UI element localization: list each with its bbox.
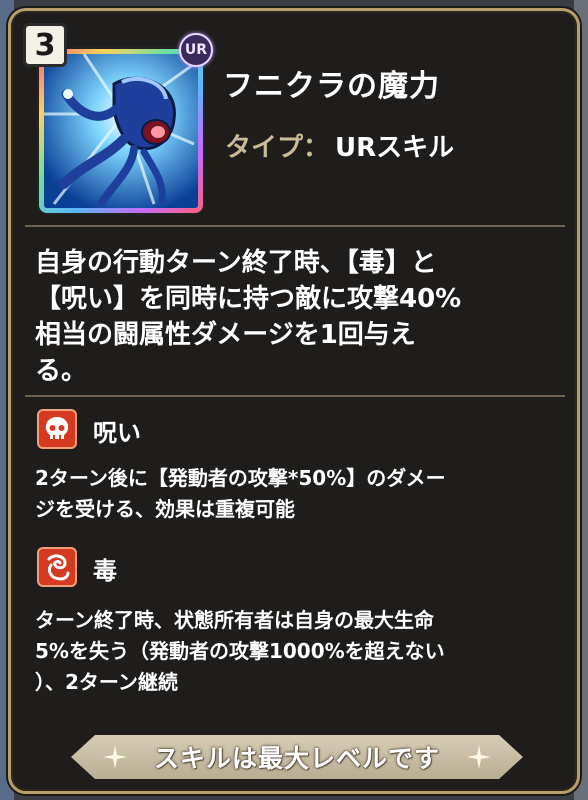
skill-name: フニクラの魔力 [223,69,440,104]
effect-description-line: ジを受ける、効果は重複可能 [35,497,295,521]
header-divider [25,225,565,227]
description-line: 自身の行動ターン終了時、【毒】と [35,248,437,278]
max-level-banner: スキルは最大レベルです [71,735,523,779]
skill-level-number: 3 [34,27,56,63]
skull-icon [37,409,77,449]
skill-type-value: URスキル [335,133,455,163]
sparkle-icon [467,745,491,769]
skill-detail-panel: 3 UR フニクラの魔力 タイプ： URスキル 自身の行動ターン終了時、【毒】と … [8,8,580,794]
max-level-text: スキルは最大レベルです [153,744,440,773]
effect-description-line: ）、2ターン継続 [35,670,178,694]
rarity-badge-label: UR [184,42,208,58]
sparkle-icon [103,745,127,769]
effect-title-poison: 毒 [93,557,117,585]
effect-title-curse: 呪い [93,419,141,447]
description-line: 【呪い】を同時に持つ敵に攻撃40% [35,284,462,314]
skill-description: 自身の行動ターン終了時、【毒】と 【呪い】を同時に持つ敵に攻撃40% 相当の闘属… [35,245,565,389]
effect-description-curse: 2ターン後に【発動者の攻撃*50%】のダメー ジを受ける、効果は重複可能 [35,463,565,525]
skill-art-image [39,49,203,213]
skill-level-badge: 3 [23,23,67,67]
effect-description-line: ターン終了時、状態所有者は自身の最大生命 [35,608,434,632]
skill-type-label: タイプ： [225,133,330,163]
effect-description-line: 2ターン後に【発動者の攻撃*50%】のダメー [35,466,446,490]
description-line: 相当の闘属性ダメージを1回与え [35,320,416,350]
rarity-badge: UR [179,33,213,67]
poison-icon [37,547,77,587]
effect-description-poison: ターン終了時、状態所有者は自身の最大生命 5%を失う（発動者の攻撃1000%を超… [35,605,565,698]
effect-description-line: 5%を失う（発動者の攻撃1000%を超えない [35,639,445,663]
squid-creature-illustration [44,54,198,208]
description-line: る。 [35,356,88,386]
description-divider [25,395,565,397]
skill-type-row: タイプ： URスキル [225,127,454,164]
